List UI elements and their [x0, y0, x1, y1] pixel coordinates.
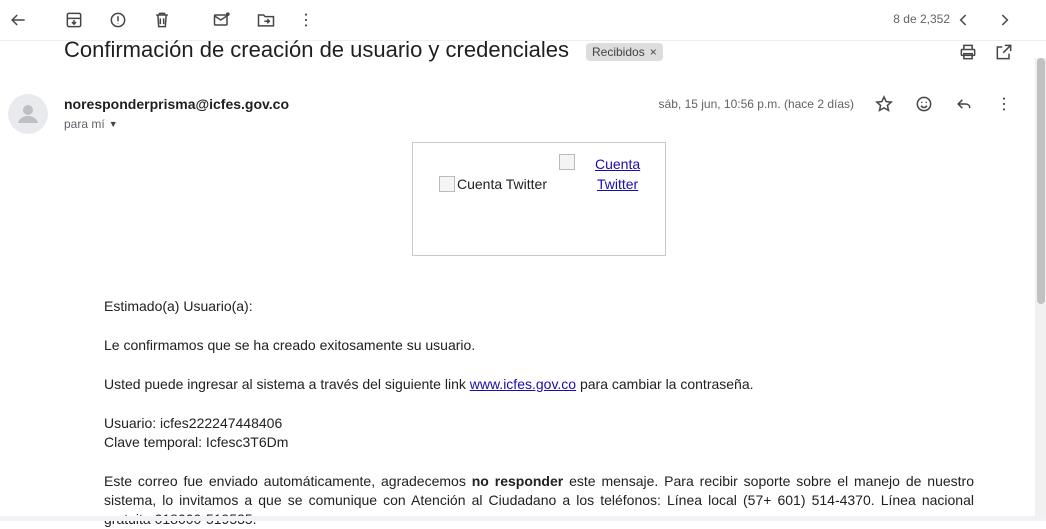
message-more-icon[interactable]: [992, 92, 1016, 116]
confirmation-line: Le confirmamos que se ha creado exitosam…: [104, 337, 476, 353]
access-prefix: Usted puede ingresar al sistema a través…: [104, 376, 470, 392]
delete-icon[interactable]: [150, 8, 174, 32]
message-date: sáb, 15 jun, 10:56 p.m. (hace 2 días): [658, 97, 854, 111]
remove-label-icon[interactable]: ×: [650, 43, 657, 61]
footer-prefix: Este correo fue enviado automáticamente,…: [104, 473, 472, 489]
back-arrow-icon[interactable]: [6, 8, 30, 32]
broken-image-icon: [559, 154, 575, 170]
next-chevron-icon[interactable]: [992, 8, 1016, 32]
star-icon[interactable]: [872, 92, 896, 116]
emoji-react-icon[interactable]: [912, 92, 936, 116]
access-suffix: para cambiar la contraseña.: [576, 376, 754, 392]
footer-bold: no responder: [471, 473, 564, 489]
label-text: Recibidos: [592, 45, 645, 59]
pager-count: 8 de 2,352: [893, 12, 950, 26]
reply-icon[interactable]: [952, 92, 976, 116]
dropdown-caret-icon[interactable]: ▼: [109, 119, 118, 129]
recipient-label: para mí: [64, 117, 105, 131]
twitter-link-line2[interactable]: Twitter: [595, 174, 640, 194]
access-line: Usted puede ingresar al sistema a través…: [104, 375, 754, 394]
avatar[interactable]: [8, 94, 48, 134]
archive-icon[interactable]: [62, 8, 86, 32]
twitter-image-alt: Cuenta Twitter: [457, 176, 548, 192]
icfes-link[interactable]: www.icfes.gov.co: [470, 376, 576, 392]
username-line: Usuario: icfes222247448406: [104, 415, 283, 431]
toolbar: 8 de 2,352: [0, 0, 1046, 41]
move-to-icon[interactable]: [254, 8, 278, 32]
broken-image-icon: [439, 176, 455, 192]
print-icon[interactable]: [956, 40, 980, 64]
twitter-broken-image: Cuenta Twitter: [439, 176, 547, 192]
open-new-window-icon[interactable]: [992, 40, 1016, 64]
sender-email[interactable]: noresponderprisma@icfes.gov.co: [64, 96, 289, 112]
mark-unread-icon[interactable]: [210, 8, 234, 32]
prev-chevron-icon[interactable]: [952, 8, 976, 32]
report-spam-icon[interactable]: [106, 8, 130, 32]
header-image-box: Cuenta Twitter Cuenta Twitter: [412, 142, 666, 256]
email-subject: Confirmación de creación de usuario y cr…: [64, 37, 570, 62]
inbox-label-chip[interactable]: Recibidos ×: [586, 43, 663, 61]
twitter-link[interactable]: Cuenta Twitter: [595, 154, 640, 194]
greeting: Estimado(a) Usuario(a):: [104, 298, 253, 314]
twitter-link-image[interactable]: Cuenta Twitter: [559, 154, 640, 194]
temp-password-line: Clave temporal: Icfesc3T6Dm: [104, 434, 289, 450]
recipient-details[interactable]: para mí ▼: [64, 117, 118, 131]
bottom-edge: [0, 516, 1046, 521]
scrollbar-thumb[interactable]: [1037, 58, 1045, 304]
scrollbar[interactable]: [1035, 58, 1046, 521]
more-vert-icon[interactable]: [294, 8, 318, 32]
twitter-link-line1[interactable]: Cuenta: [595, 154, 640, 174]
